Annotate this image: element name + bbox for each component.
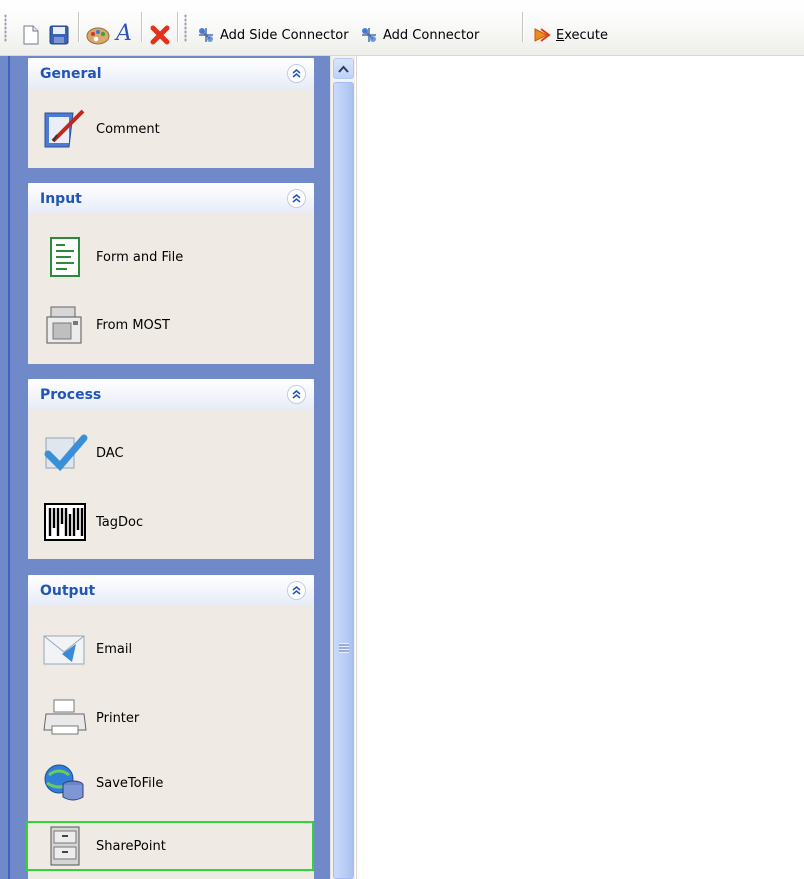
toolbar-grip[interactable] [184,14,187,42]
collapse-icon[interactable] [287,64,306,83]
new-document-icon[interactable] [20,24,42,46]
collapse-icon[interactable] [287,581,306,600]
form-icon [40,233,90,281]
add-connector-label: Add Connector [383,27,480,43]
group-input: Input Form and File From MOST [28,183,314,364]
item-label: SaveToFile [96,775,164,791]
file-cabinet-icon [40,822,90,870]
barcode-icon [40,498,90,546]
group-header-general[interactable]: General [28,58,314,89]
comment-icon [40,105,90,153]
item-label: DAC [96,445,124,461]
item-label: Printer [96,710,140,726]
printer-icon [40,694,90,742]
collapse-icon[interactable] [287,385,306,404]
scroll-up-button[interactable] [333,58,354,79]
group-header-input[interactable]: Input [28,183,314,214]
toolbox-item-savetofile[interactable]: SaveToFile [40,759,163,807]
workflow-canvas[interactable] [356,56,804,879]
copier-icon [40,301,90,349]
connector-icon [199,28,213,42]
toolbar-separator [522,12,523,42]
execute-label: Execute [556,27,608,43]
add-side-connector-button[interactable]: Add Side Connector [197,23,349,47]
toolbox-item-dac[interactable]: DAC [40,429,124,477]
group-title: General [40,65,102,82]
item-label: Comment [96,121,160,137]
thumb-grip-icon [339,643,349,653]
group-header-process[interactable]: Process [28,379,314,410]
delete-icon[interactable] [149,24,171,46]
execute-icon [534,28,551,42]
toolbar-separator [78,12,79,42]
add-side-connector-label: Add Side Connector [220,27,349,43]
item-label: Form and File [96,249,184,265]
toolbar: A Add Side Connector Add Connector Execu… [0,0,804,56]
connector-icon [362,28,376,42]
toolbox-item-form-and-file[interactable]: Form and File [40,233,183,281]
toolbar-separator [177,12,178,42]
toolbox-item-sharepoint[interactable]: SharePoint [26,821,314,871]
group-general: General Comment [28,58,314,168]
save-icon[interactable] [48,24,70,46]
group-title: Process [40,386,102,403]
group-title: Output [40,582,96,599]
toolbox-sidebar: General Comment Input Form and File From… [0,56,330,879]
toolbox-item-from-most[interactable]: From MOST [40,301,170,349]
sidebar-scrollbar[interactable] [330,56,355,879]
item-label: Email [96,641,133,657]
toolbar-separator [141,12,142,42]
chevron-up-icon [338,65,349,73]
group-title: Input [40,190,82,207]
globe-database-icon [40,759,90,807]
group-process: Process DAC TagDoc [28,379,314,559]
palette-icon[interactable] [86,24,110,46]
group-output: Output Email Printer SaveToFile SharePoi… [26,575,314,879]
add-connector-button[interactable]: Add Connector [360,23,479,47]
toolbox-item-tagdoc[interactable]: TagDoc [40,498,143,546]
execute-button[interactable]: Execute [533,23,608,47]
svg-text:A: A [114,21,132,45]
item-label: TagDoc [96,514,144,530]
font-icon[interactable]: A [113,21,135,46]
email-icon [40,625,90,673]
toolbox-item-email[interactable]: Email [40,625,132,673]
toolbar-grip[interactable] [4,14,7,42]
item-label: From MOST [96,317,170,333]
toolbox-item-printer[interactable]: Printer [40,694,139,742]
toolbox-item-comment[interactable]: Comment [40,105,160,153]
scroll-thumb[interactable] [333,82,354,879]
checkmark-icon [40,429,90,477]
group-header-output[interactable]: Output [28,575,314,606]
item-label: SharePoint [96,838,166,854]
collapse-icon[interactable] [287,189,306,208]
